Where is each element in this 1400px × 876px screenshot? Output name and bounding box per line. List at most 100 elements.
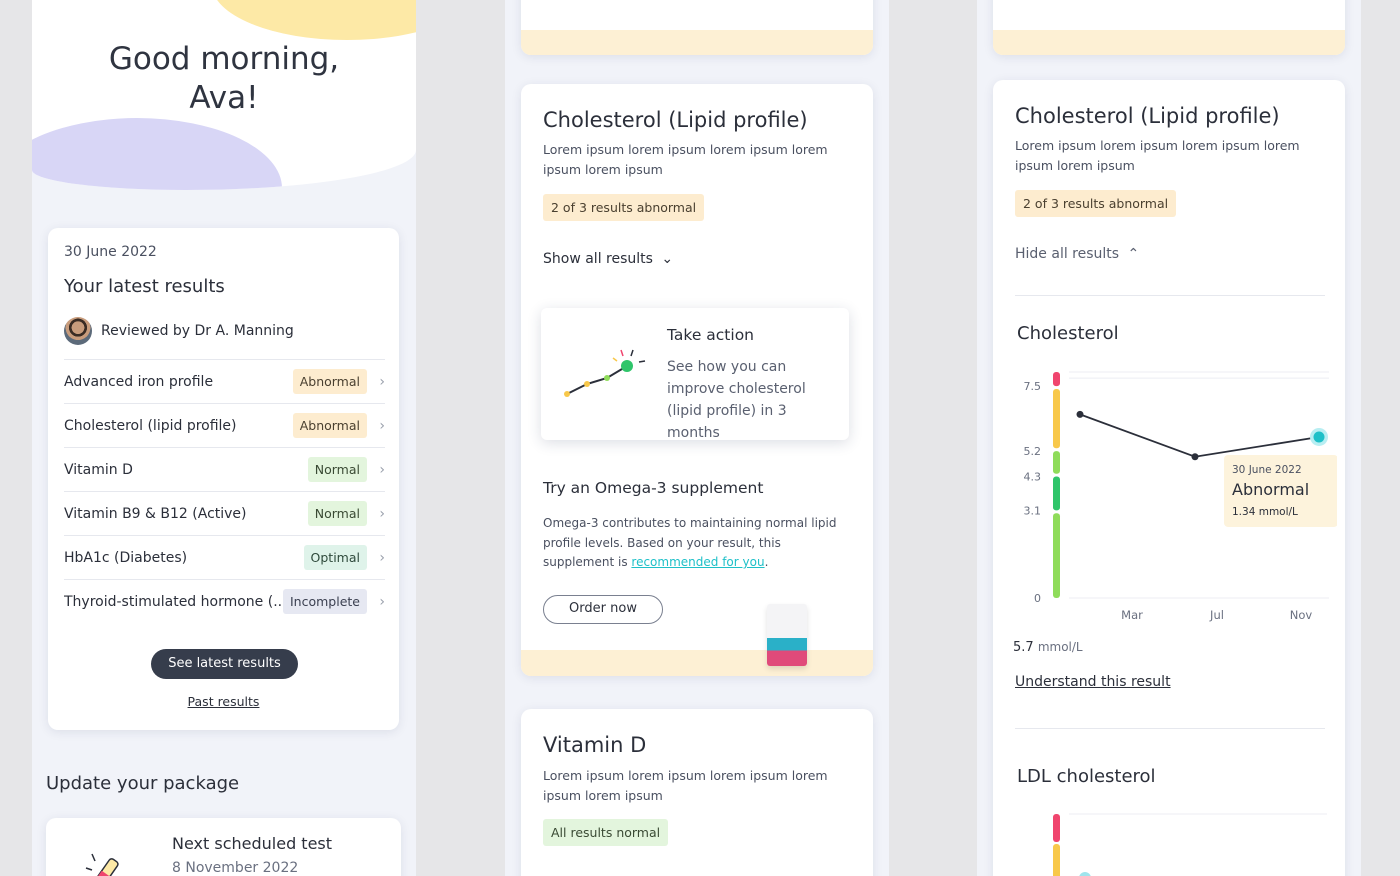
- chevron-right-icon: ›: [379, 461, 385, 478]
- data-point: [1191, 453, 1199, 461]
- latest-results-card: 30 June 2022 Your latest results Reviewe…: [48, 228, 399, 730]
- result-name: Vitamin D: [64, 461, 133, 478]
- see-latest-results-button[interactable]: See latest results: [151, 649, 298, 679]
- next-test-title: Next scheduled test: [172, 834, 333, 853]
- abnormal-summary-tag: 2 of 3 results abnormal: [1015, 190, 1177, 217]
- take-action-card[interactable]: Take action See how you can improve chol…: [541, 308, 849, 441]
- past-results-link: Past results: [48, 694, 399, 709]
- show-all-results-label: Show all results: [543, 251, 653, 267]
- previous-card-footer: [993, 30, 1345, 55]
- next-test-date: 8 November 2022: [172, 860, 299, 876]
- chevron-right-icon: ›: [379, 593, 385, 610]
- divider: [1015, 728, 1325, 729]
- understand-result-link[interactable]: Understand this result: [1015, 674, 1171, 690]
- status-badge: Normal: [307, 457, 367, 482]
- recommended-link[interactable]: recommended for you: [631, 555, 764, 569]
- ldl-chart-title: LDL cholesterol: [1017, 766, 1156, 787]
- results-list: Advanced iron profile Abnormal › Cholest…: [64, 359, 385, 623]
- result-row[interactable]: Vitamin D Normal ›: [64, 447, 385, 491]
- x-tick-label: Jul: [1209, 608, 1224, 622]
- section-description: Lorem ipsum lorem ipsum lorem ipsum lore…: [543, 142, 828, 177]
- greeting-line: Good morning,: [108, 41, 340, 77]
- section-title: Cholesterol (Lipid profile): [543, 108, 808, 132]
- data-point-highlight: [1313, 431, 1325, 443]
- next-test-card[interactable]: Next scheduled test 8 November 2022: [46, 818, 401, 876]
- cholesterol-expanded-card: Cholesterol (Lipid profile) Lorem ipsum …: [993, 80, 1345, 876]
- y-tick-label: 5.2: [1024, 445, 1042, 458]
- results-date: 30 June 2022: [64, 244, 157, 260]
- cholesterol-chart: 0 3.1 4.3 5.2 7.5 Mar Jul Nov 30 June 2022 Abnorm…: [1024, 371, 1337, 622]
- data-point: [1076, 410, 1084, 418]
- y-tick-label: 4.3: [1024, 471, 1042, 484]
- chevron-right-icon: ›: [379, 549, 385, 566]
- result-name: Thyroid-stimulated hormone (...: [64, 593, 283, 610]
- divider: [1015, 295, 1325, 296]
- result-row[interactable]: Vitamin B9 & B12 (Active) Normal ›: [64, 491, 385, 535]
- vitamin-d-title: Vitamin D: [543, 733, 647, 757]
- result-row[interactable]: HbA1c (Diabetes) Optimal ›: [64, 535, 385, 579]
- reading-value: 5.7: [1013, 640, 1034, 655]
- abnormal-summary-tag: 2 of 3 results abnormal: [543, 194, 705, 221]
- status-badge: Incomplete: [283, 589, 367, 614]
- section-title: Cholesterol (Lipid profile): [1015, 104, 1280, 128]
- status-badge: Abnormal: [292, 413, 367, 438]
- home-screen: Good morning, Ava! 30 June 2022 Your lat…: [32, 0, 416, 876]
- supplement-text-end: .: [764, 555, 769, 569]
- x-tick-label: Mar: [1121, 608, 1143, 622]
- update-package-heading: Update your package: [46, 773, 240, 794]
- show-all-results-toggle[interactable]: Show all results ⌄: [543, 251, 673, 267]
- section-description: Lorem ipsum lorem ipsum lorem ipsum lore…: [1015, 138, 1300, 173]
- normal-summary-tag: All results normal: [543, 819, 669, 846]
- x-tick-label: Nov: [1290, 608, 1313, 622]
- ldl-chart-preview: [1053, 813, 1327, 876]
- y-tick-label: 7.5: [1024, 380, 1042, 393]
- reading-unit: mmol/L: [1037, 640, 1083, 654]
- supplement-text: Omega-3 contributes to maintaining norma…: [543, 514, 843, 573]
- chevron-right-icon: ›: [379, 505, 385, 522]
- progress-trend-icon: [564, 349, 646, 397]
- range-bar-normal: [1053, 451, 1060, 474]
- range-bar-high: [1053, 372, 1060, 387]
- result-name: Cholesterol (lipid profile): [64, 417, 237, 434]
- greeting-name: Ava!: [189, 80, 259, 116]
- hide-all-results-toggle[interactable]: Hide all results ⌃: [1015, 246, 1139, 262]
- result-row[interactable]: Thyroid-stimulated hormone (... Incomple…: [64, 579, 385, 623]
- result-row[interactable]: Advanced iron profile Abnormal ›: [64, 359, 385, 403]
- chevron-up-icon: ⌃: [1127, 246, 1140, 262]
- take-action-title: Take action: [667, 326, 754, 344]
- test-tube-icon: [85, 853, 119, 876]
- chevron-right-icon: ›: [379, 373, 385, 390]
- series-line: [1079, 413, 1320, 458]
- order-now-button[interactable]: Order now: [543, 595, 663, 624]
- vitamin-d-description: Lorem ipsum lorem ipsum lorem ipsum lore…: [543, 768, 828, 803]
- supplement-title: Try an Omega-3 supplement: [543, 479, 764, 497]
- supplement-pack-image: [767, 604, 807, 666]
- tooltip-status: Abnormal: [1232, 480, 1309, 499]
- cholesterol-section-card: Cholesterol (Lipid profile) Lorem ipsum …: [521, 84, 873, 676]
- latest-results-title: Your latest results: [64, 276, 225, 297]
- range-bar-optimal: [1053, 476, 1060, 511]
- status-badge: Normal: [307, 501, 367, 526]
- result-name: Advanced iron profile: [64, 373, 214, 390]
- reviewer-row: Reviewed by Dr A. Manning: [64, 317, 294, 345]
- tooltip-value: 1.34 mmol/L: [1232, 506, 1298, 518]
- supplement-footer: [521, 650, 873, 676]
- result-row[interactable]: Cholesterol (lipid profile) Abnormal ›: [64, 403, 385, 447]
- decorative-purple-shape: [32, 118, 282, 190]
- past-results-link-text[interactable]: Past results: [188, 694, 260, 709]
- status-badge: Optimal: [303, 545, 367, 570]
- chevron-down-icon: ⌄: [661, 251, 674, 267]
- chevron-right-icon: ›: [379, 417, 385, 434]
- hide-all-results-label: Hide all results: [1015, 246, 1120, 262]
- previous-card-footer: [521, 30, 873, 55]
- reviewer-text: Reviewed by Dr A. Manning: [101, 323, 294, 339]
- doctor-avatar: [64, 317, 92, 345]
- results-detail-screen: Cholesterol (Lipid profile) Lorem ipsum …: [505, 0, 889, 876]
- result-name: HbA1c (Diabetes): [64, 549, 188, 566]
- y-tick-label: 3.1: [1024, 504, 1042, 517]
- results-expanded-screen: Cholesterol (Lipid profile) Lorem ipsum …: [977, 0, 1361, 876]
- range-bar-low-normal: [1053, 513, 1060, 598]
- decorative-yellow-shape: [212, 0, 416, 40]
- status-badge: Abnormal: [292, 369, 367, 394]
- result-name: Vitamin B9 & B12 (Active): [64, 505, 247, 522]
